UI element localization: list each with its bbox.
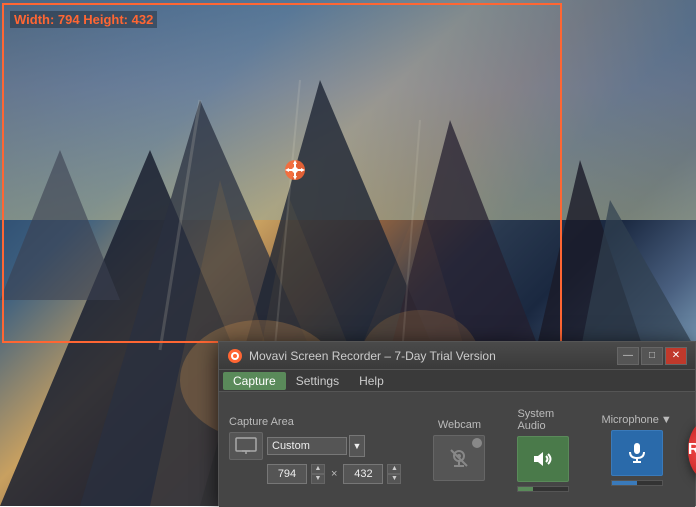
webcam-icon [447,446,471,470]
microphone-dropdown-arrow[interactable]: ▼ [661,414,672,426]
capture-area-section: Capture Area Custom Full Screen Window [229,416,401,484]
dimension-cross-icon: × [329,468,339,480]
microphone-section: Microphone ▼ [601,414,671,486]
app-icon [227,348,243,364]
maximize-button[interactable]: □ [641,347,663,365]
dimensions-row: 794 ▲ ▼ × 432 ▲ ▼ [267,464,401,484]
capture-controls: Custom Full Screen Window ▼ 794 ▲ ▼ × [229,432,401,484]
screen-type-button[interactable] [229,432,263,460]
width-input[interactable]: 794 [267,464,307,484]
height-spinner: ▲ ▼ [387,464,401,484]
menu-settings[interactable]: Settings [286,372,349,390]
width-down-button[interactable]: ▼ [311,474,325,484]
system-audio-button[interactable] [517,436,569,482]
microphone-button[interactable] [611,430,663,476]
window-title: Movavi Screen Recorder – 7-Day Trial Ver… [249,349,617,363]
crosshair-svg [283,158,307,182]
capture-area-label: Capture Area [229,416,401,428]
webcam-settings-badge [472,438,482,448]
webcam-label: Webcam [438,419,481,431]
app-window: Movavi Screen Recorder – 7-Day Trial Ver… [218,341,696,506]
width-up-button[interactable]: ▲ [311,464,325,474]
microphone-volume-bar[interactable] [611,480,663,486]
microphone-volume-fill [612,481,637,485]
menu-help[interactable]: Help [349,372,394,390]
width-spinner: ▲ ▼ [311,464,325,484]
dropdown-arrow-icon[interactable]: ▼ [349,435,365,457]
menu-capture[interactable]: Capture [223,372,286,390]
height-down-button[interactable]: ▼ [387,474,401,484]
speaker-icon [531,447,555,471]
title-bar: Movavi Screen Recorder – 7-Day Trial Ver… [219,342,695,370]
height-input[interactable]: 432 [343,464,383,484]
system-audio-volume-bar[interactable] [517,486,569,492]
system-audio-section: System Audio [517,408,569,492]
webcam-section: Webcam [433,419,485,481]
window-controls: — □ ✕ [617,347,687,365]
capture-mode-dropdown[interactable]: Custom Full Screen Window [267,437,347,455]
capture-move-icon[interactable] [283,158,307,182]
capture-dropdown-row: Custom Full Screen Window ▼ [229,432,401,460]
minimize-button[interactable]: — [617,347,639,365]
close-button[interactable]: ✕ [665,347,687,365]
menu-bar: Capture Settings Help [219,370,695,392]
webcam-button[interactable] [433,435,485,481]
system-audio-label: System Audio [517,408,569,432]
microphone-label: Microphone [601,414,658,426]
screen-icon [235,437,257,455]
microphone-header: Microphone ▼ [601,414,671,426]
microphone-icon [625,441,649,465]
rec-button[interactable]: REC [688,422,696,478]
height-up-button[interactable]: ▲ [387,464,401,474]
main-content: Capture Area Custom Full Screen Window [219,392,695,507]
system-audio-volume-fill [518,487,533,491]
